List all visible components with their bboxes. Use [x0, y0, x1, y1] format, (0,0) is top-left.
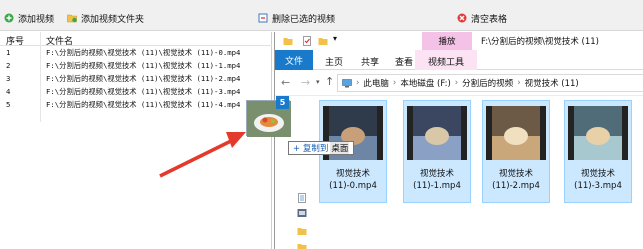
- copy-to-tooltip: + 复制到 桌面: [288, 141, 355, 155]
- red-arrow-annotation: [159, 132, 246, 178]
- copy-action-label: + 复制到: [293, 144, 329, 154]
- drag-count-badge: 5: [276, 96, 289, 109]
- copy-target-label: 桌面: [330, 142, 350, 154]
